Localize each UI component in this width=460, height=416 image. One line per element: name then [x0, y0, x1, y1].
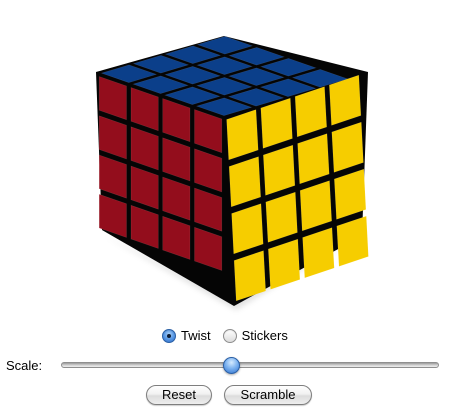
- mode-radio-group: Twist Stickers: [162, 327, 288, 345]
- scramble-button[interactable]: Scramble: [224, 385, 312, 405]
- stickers-radio-circle[interactable]: [222, 329, 237, 343]
- scale-control: Scale:: [0, 356, 460, 376]
- reset-button[interactable]: Reset: [146, 385, 212, 405]
- cube-view[interactable]: [0, 0, 460, 316]
- scale-slider-thumb[interactable]: [223, 357, 241, 374]
- radio-selected-dot: [167, 334, 171, 338]
- scale-label: Scale:: [6, 358, 43, 373]
- scale-slider-track[interactable]: [61, 362, 439, 368]
- button-row: Reset Scramble: [0, 385, 460, 405]
- twist-radio-label: Twist: [181, 328, 211, 343]
- twist-radio-circle[interactable]: [162, 329, 176, 343]
- stickers-radio-label: Stickers: [241, 328, 288, 343]
- stickers-radio[interactable]: Stickers: [222, 328, 288, 344]
- twist-radio[interactable]: Twist: [162, 328, 211, 344]
